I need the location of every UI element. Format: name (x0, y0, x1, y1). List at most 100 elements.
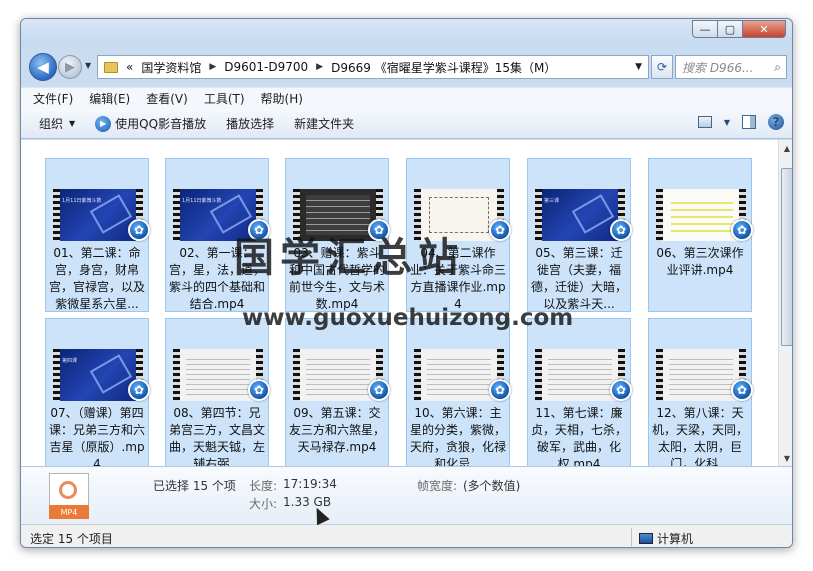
qq-player-icon: ✿ (489, 219, 511, 241)
breadcrumb-item[interactable]: D9669 《宿曜星学紫斗课程》15集（M） (331, 59, 556, 76)
details-pane: MP4 已选择 15 个项 长度: 17:19:34 大小: 1.33 GB 帧… (21, 466, 792, 524)
status-selection: 选定 15 个项目 (30, 532, 113, 546)
organize-button[interactable]: 组织 ▼ (39, 115, 75, 132)
thumbnail-frame (421, 349, 497, 401)
film-strip (293, 349, 300, 401)
search-input[interactable]: 搜索 D966... ⌕ (675, 55, 787, 79)
status-bar: 选定 15 个项目 计算机 (21, 524, 792, 547)
address-dropdown-icon[interactable]: ▼ (635, 62, 642, 72)
navigation-bar: ◀ ▶ ▼ « 国学资料馆 ▶ D9601-D9700 ▶ D9669 《宿曜星… (27, 51, 788, 83)
breadcrumb-separator-icon[interactable]: ▶ (209, 62, 216, 72)
file-item[interactable]: ✿ 06、第三次课作业评讲.mp4 (648, 158, 753, 312)
back-button[interactable]: ◀ (29, 53, 57, 81)
recent-pages-chevron-icon[interactable]: ▼ (85, 61, 91, 70)
file-item[interactable]: ✿ 09、第五课：交友三方和六煞星，天马禄存.mp4 (285, 318, 390, 466)
file-list-view: 1月11日紫微斗数 ✿ 01、第二课：命宫，身宫，财帛宫，官禄宫，以及紫微星系六星.… (21, 140, 778, 466)
qq-player-icon: ✿ (368, 379, 390, 401)
length-value: 17:19:34 (283, 477, 337, 491)
address-bar[interactable]: « 国学资料馆 ▶ D9601-D9700 ▶ D9669 《宿曜星学紫斗课程》… (97, 55, 649, 79)
qq-player-icon: ▶ (95, 115, 112, 132)
forward-button[interactable]: ▶ (58, 55, 82, 79)
thumbnail-frame: 第三课 (542, 189, 618, 241)
file-item[interactable]: 1月11日紫微斗数 ✿ 01、第二课：命宫，身宫，财帛宫，官禄宫，以及紫微星系六星.… (45, 158, 150, 312)
size-label: 大小: (249, 497, 278, 511)
file-type-label: MP4 (49, 505, 89, 519)
qq-player-icon: ✿ (731, 219, 753, 241)
file-name: 10、第六课：主星的分类，紫微，天府，贪狼，化禄和化忌... (409, 406, 506, 466)
breadcrumb-overflow[interactable]: « (126, 60, 133, 74)
minimize-button[interactable]: — (692, 20, 718, 38)
search-placeholder: 搜索 D966... (682, 60, 754, 75)
forward-arrow-icon: ▶ (65, 59, 75, 75)
qq-player-icon: ✿ (731, 379, 753, 401)
file-name: 08、第四节：兄弟宫三方，文昌文曲，天魁天钺，左辅右弼... (168, 406, 265, 466)
thumbnail-frame (663, 189, 739, 241)
play-qq-button[interactable]: ▶ 使用QQ影音播放 (95, 115, 206, 132)
menu-view[interactable]: 查看(V) (146, 90, 188, 107)
thumbnail-caption: 1月11日紫微斗数 (62, 198, 102, 204)
play-qq-label: 使用QQ影音播放 (115, 117, 207, 131)
menu-tools[interactable]: 工具(T) (204, 90, 245, 107)
title-bar: — ▢ ✕ (21, 19, 792, 47)
qq-player-icon: ✿ (610, 219, 632, 241)
film-strip (414, 349, 421, 401)
play-selection-button[interactable]: 播放选择 (226, 115, 274, 132)
film-strip (535, 189, 542, 241)
thumbnail-frame (300, 349, 376, 401)
organize-label: 组织 (39, 117, 64, 131)
scroll-up-icon[interactable]: ▲ (779, 140, 792, 156)
back-arrow-icon: ◀ (37, 58, 49, 76)
menu-help[interactable]: 帮助(H) (261, 90, 303, 107)
breadcrumb-item[interactable]: 国学资料馆 (141, 59, 201, 76)
scroll-down-icon[interactable]: ▼ (779, 450, 792, 466)
file-item[interactable]: ✿ 10、第六课：主星的分类，紫微，天府，贪狼，化禄和化忌... (406, 318, 511, 466)
change-view-icon[interactable] (697, 116, 712, 128)
vertical-scrollbar[interactable]: ▲ ▼ (778, 140, 792, 466)
thumbnail-frame: 第四课 (60, 349, 136, 401)
breadcrumb-separator-icon[interactable]: ▶ (316, 62, 323, 72)
breadcrumb-item[interactable]: D9601-D9700 (224, 60, 308, 74)
mp4-file-icon: MP4 (49, 473, 91, 519)
maximize-button[interactable]: ▢ (717, 20, 743, 38)
scrollbar-thumb[interactable] (781, 168, 792, 346)
command-bar: 组织 ▼ ▶ 使用QQ影音播放 播放选择 新建文件夹 ▼ ? (21, 109, 792, 139)
status-divider (631, 528, 632, 546)
film-strip (656, 349, 663, 401)
computer-icon (639, 533, 653, 544)
chevron-down-icon: ▼ (69, 119, 76, 128)
film-strip (535, 349, 542, 401)
status-location: 计算机 (639, 530, 693, 547)
file-item[interactable]: ✿ 12、第八课：天机，天梁，天同，太阳，太阴，巨门，化科... (648, 318, 753, 466)
help-icon[interactable]: ? (768, 114, 784, 130)
watermark-title: 国学汇总站 (234, 235, 464, 281)
watermark-url: www.guoxuehuizong.com (242, 305, 574, 331)
thumbnail-caption: 第三课 (544, 198, 560, 204)
qq-player-icon: ✿ (128, 219, 150, 241)
new-folder-button[interactable]: 新建文件夹 (294, 115, 354, 132)
film-strip (53, 349, 60, 401)
selection-count: 已选择 15 个项 (153, 479, 236, 493)
thumbnail-frame (663, 349, 739, 401)
menu-edit[interactable]: 编辑(E) (89, 90, 130, 107)
menu-file[interactable]: 文件(F) (33, 90, 73, 107)
folder-icon (104, 61, 118, 73)
file-item[interactable]: ✿ 08、第四节：兄弟宫三方，文昌文曲，天魁天钺，左辅右弼... (165, 318, 270, 466)
thumbnail-caption: 1月11日紫微斗数 (182, 198, 222, 204)
file-item[interactable]: 第四课 ✿ 07、（赠课）第四课：兄弟三方和六吉星（原版）.mp4 (45, 318, 150, 466)
status-location-label: 计算机 (657, 532, 694, 546)
view-options-chevron-icon[interactable]: ▼ (724, 118, 730, 127)
file-item[interactable]: 第三课 ✿ 05、第三课：迁徙宫（夫妻，福德，迁徙）大暗，以及紫斗天... (527, 158, 632, 312)
close-button[interactable]: ✕ (742, 20, 786, 38)
frame-width-label: 帧宽度: (417, 479, 458, 493)
frame-width-value: (多个数值) (463, 479, 521, 493)
explorer-window: — ▢ ✕ ◀ ▶ ▼ « 国学资料馆 ▶ D9601-D9700 ▶ D966… (20, 18, 793, 548)
refresh-button[interactable]: ⟳ (651, 55, 673, 79)
qq-player-icon: ✿ (128, 379, 150, 401)
file-name: 05、第三课：迁徙宫（夫妻，福德，迁徙）大暗，以及紫斗天... (530, 246, 627, 311)
file-item[interactable]: ✿ 11、第七课：廉贞，天相，七杀，破军，武曲，化权.mp4 (527, 318, 632, 466)
file-name: 09、第五课：交友三方和六煞星，天马禄存.mp4 (288, 406, 385, 454)
film-strip (656, 189, 663, 241)
search-icon[interactable]: ⌕ (774, 60, 781, 75)
preview-pane-icon[interactable] (742, 115, 756, 129)
file-name: 01、第二课：命宫，身宫，财帛宫，官禄宫，以及紫微星系六星... (48, 246, 145, 311)
